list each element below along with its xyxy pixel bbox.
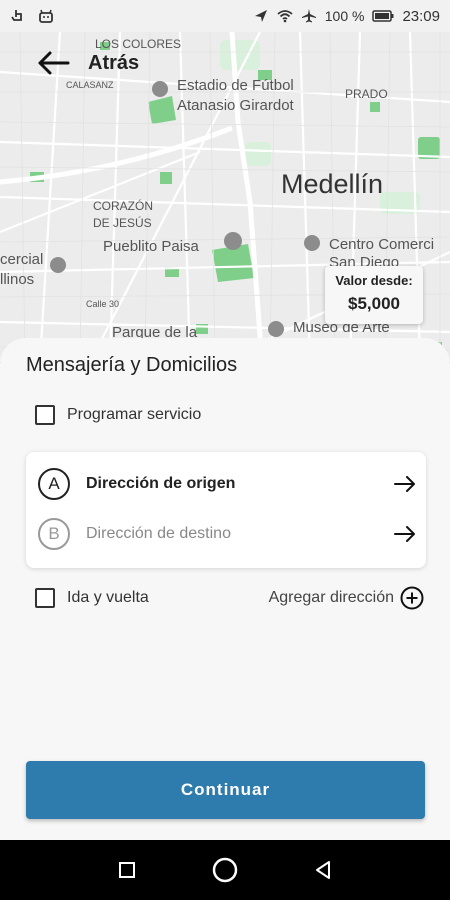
android-icon: [39, 9, 53, 23]
page-title: Mensajería y Domicilios: [26, 354, 238, 376]
back-nav-icon[interactable]: [314, 860, 332, 880]
arrow-right-icon: [394, 526, 415, 542]
map-label-calle-30: Calle 30: [86, 299, 120, 309]
schedule-checkbox[interactable]: [35, 405, 55, 425]
map-label-calasanz: CALASANZ: [66, 80, 114, 90]
navigation-bar: [0, 840, 450, 900]
location-icon: [254, 10, 267, 22]
arrow-right-icon: [394, 476, 415, 492]
status-bar: 100 % 23:09: [0, 0, 450, 32]
wifi-icon: [277, 10, 293, 23]
price-value: $5,000: [348, 294, 400, 313]
schedule-label: Programar servicio: [67, 406, 202, 423]
service-sheet: Mensajería y Domicilios Programar servic…: [0, 338, 450, 840]
map-label-pueblito: Pueblito Paisa: [103, 238, 199, 255]
destination-address-row[interactable]: B Dirección de destino: [38, 517, 416, 551]
plus-circle-icon: [400, 586, 424, 610]
home-icon[interactable]: [211, 856, 239, 884]
clock-time: 23:09: [402, 7, 440, 25]
map-label-prado: PRADO: [345, 87, 388, 101]
airplane-icon: [301, 9, 316, 23]
map-label-estadio-1: Estadio de Fútbol: [177, 77, 294, 94]
address-card: A Dirección de origen B Dirección de des…: [26, 452, 426, 568]
back-button[interactable]: Atrás: [36, 50, 139, 76]
round-trip-label: Ida y vuelta: [67, 589, 149, 606]
arrow-left-icon: [38, 51, 70, 75]
origin-address-row[interactable]: A Dirección de origen: [38, 467, 416, 501]
battery-percent: 100 %: [324, 8, 365, 24]
map-label-estadio-2: Atanasio Girardot: [177, 97, 294, 114]
touch-icon: [11, 10, 22, 21]
add-address-label: Agregar dirección: [268, 589, 394, 606]
origin-label: Dirección de origen: [86, 475, 236, 492]
round-trip-checkbox[interactable]: [35, 588, 55, 608]
round-trip-option[interactable]: Ida y vuelta: [35, 588, 149, 608]
back-label: Atrás: [88, 51, 140, 74]
price-label: Valor desde:: [335, 273, 413, 288]
recents-icon[interactable]: [118, 861, 136, 879]
map-label-city: Medellín: [281, 169, 384, 199]
add-address-button[interactable]: Agregar dirección: [269, 586, 424, 610]
map-label-corazon-1: CORAZÓN: [93, 199, 153, 213]
destination-badge: B: [38, 518, 70, 550]
schedule-service-option[interactable]: Programar servicio: [35, 405, 201, 425]
map-label-comercial-2: llinos: [0, 271, 35, 288]
battery-icon: [372, 10, 394, 22]
origin-badge: A: [38, 468, 70, 500]
continue-button[interactable]: Continuar: [26, 761, 425, 819]
price-bubble: Valor desde: $5,000: [325, 266, 423, 324]
map-label-centro-1: Centro Comerci: [329, 236, 435, 253]
map-label-los-colores: LOS COLORES: [95, 37, 182, 51]
map-label-comercial-1: cercial: [0, 251, 44, 268]
destination-label: Dirección de destino: [86, 525, 231, 542]
map-label-corazon-2: DE JESÚS: [93, 216, 152, 230]
